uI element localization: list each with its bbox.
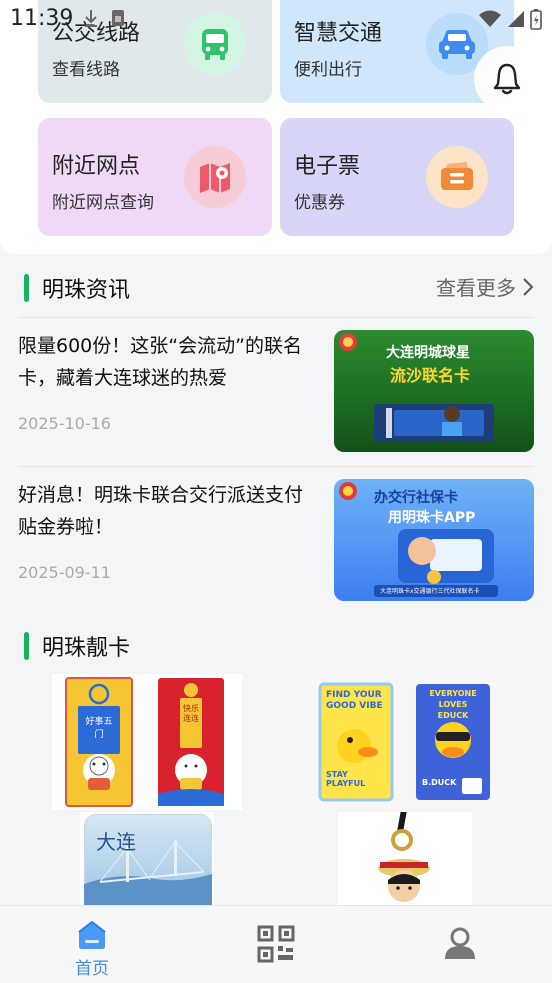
status-bar: 11:39 [0, 0, 552, 36]
nav-label: 首页 [75, 959, 109, 979]
thumb-text: 大连明城球星 [386, 345, 470, 361]
quick-services-panel: 公交线路 查看线路 智慧交通 便利出行 附近网点 附近网点查询 电子票 优惠券 [0, 0, 552, 254]
card-text: STAY PLAYFUL [326, 770, 366, 788]
card-dalian-bridge[interactable]: 大连 [80, 812, 214, 908]
news-date: 2025-09-11 [18, 563, 111, 582]
tile-subtitle: 查看线路 [52, 60, 120, 80]
tile-e-ticket[interactable]: 电子票 优惠券 [280, 118, 514, 236]
card-text: B.DUCK [422, 778, 457, 787]
card-text: EVERYONE LOVES EDUCK [429, 689, 477, 720]
news-item[interactable]: 好消息！明珠卡联合交行派送支付贴金券啦！ 2025-09-11 办交行社保卡 用… [0, 479, 552, 619]
card-duck[interactable]: FIND YOUR GOOD VIBE STAY PLAYFUL EVERYON… [306, 674, 504, 810]
tile-subtitle: 优惠券 [294, 193, 345, 213]
cards-section-header: 明珠靓卡 [0, 626, 552, 666]
section-accent-bar [24, 632, 29, 660]
section-accent-bar [24, 274, 29, 302]
system-icons [478, 8, 542, 30]
section-title: 明珠靓卡 [42, 636, 131, 661]
chevron-right-icon [523, 277, 534, 296]
tile-title: 附近网点 [52, 154, 141, 179]
news-thumbnail: 大连明城球星 流沙联名卡 [334, 330, 534, 452]
news-date: 2025-10-16 [18, 414, 111, 433]
divider [18, 466, 534, 467]
news-thumbnail: 办交行社保卡 用明珠卡APP 大连明珠卡x交通银行三代社保联名卡 [334, 479, 534, 601]
home-icon [78, 920, 106, 949]
ticket-icon [426, 146, 488, 208]
card-text: 大连 [96, 830, 136, 854]
news-title: 好消息！明珠卡联合交行派送支付贴金券啦！ [18, 484, 304, 538]
card-text: FIND YOUR GOOD VIBE [326, 690, 383, 711]
wifi-icon [479, 10, 501, 27]
section-title: 明珠资讯 [42, 278, 131, 303]
map-pin-icon [184, 146, 246, 208]
card-lucky-cat[interactable]: 好事五门 快乐连连 [52, 674, 242, 810]
tile-title: 电子票 [294, 154, 361, 179]
nav-home[interactable]: 首页 [32, 906, 152, 983]
bell-icon [493, 63, 521, 95]
tile-nearby-outlets[interactable]: 附近网点 附近网点查询 [38, 118, 272, 236]
thumb-text: 流沙联名卡 [390, 366, 471, 385]
battery-icon [530, 9, 542, 30]
divider [18, 317, 534, 318]
sim-icon [112, 10, 124, 26]
thumb-text: 用明珠卡APP [388, 510, 476, 526]
view-more-label: 查看更多 [436, 276, 516, 300]
tile-subtitle: 附近网点查询 [52, 193, 154, 213]
profile-icon [445, 927, 475, 959]
view-more-link[interactable]: 查看更多 [436, 272, 534, 301]
notification-icons [82, 8, 126, 28]
card-text: 快乐连连 [183, 704, 199, 723]
nav-profile[interactable] [400, 906, 520, 983]
nav-qr-code[interactable] [216, 906, 336, 983]
thumb-text: 大连明珠卡x交通银行三代社保联名卡 [380, 588, 480, 595]
bottom-nav: 首页 [0, 905, 552, 983]
notification-button[interactable] [474, 46, 540, 112]
card-text: 好事五门 [85, 717, 113, 740]
signal-icon [508, 11, 524, 27]
news-title: 限量600份！这张“会流动”的联名卡，藏着大连球迷的热爱 [18, 335, 302, 389]
qr-code-icon [257, 925, 295, 963]
card-one-piece-keychain[interactable] [338, 812, 472, 908]
thumb-text: 办交行社保卡 [374, 490, 458, 506]
tile-subtitle: 便利出行 [294, 60, 362, 80]
news-item[interactable]: 限量600份！这张“会流动”的联名卡，藏着大连球迷的热爱 2025-10-16 … [0, 330, 552, 470]
download-icon [85, 10, 97, 27]
status-time: 11:39 [10, 6, 74, 31]
news-section-header: 明珠资讯 查看更多 [0, 268, 552, 308]
